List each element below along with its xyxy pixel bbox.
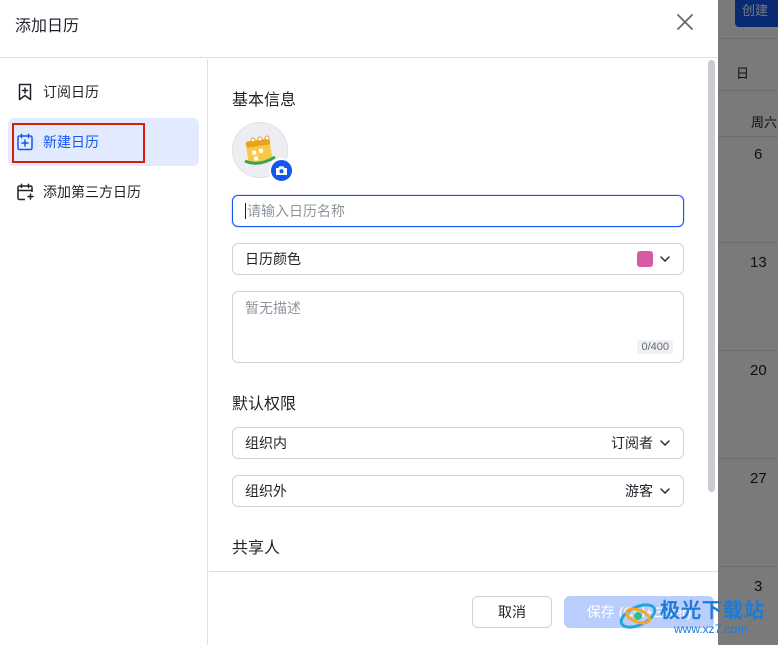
dialog-sidebar: 订阅日历 新建日历 添加第三方日历 [0, 59, 208, 645]
calendar-avatar-upload[interactable] [232, 122, 294, 183]
modal-overlay[interactable] [718, 0, 778, 645]
sidebar-item-label: 添加第三方日历 [43, 184, 141, 200]
basic-info-heading: 基本信息 [232, 92, 297, 109]
text-caret [245, 203, 246, 219]
description-textarea[interactable]: 暂无描述 0/400 [232, 291, 684, 363]
dialog-content: 基本信息 请输入日历名称 日历颜色 暂无描述 0/400 默认权限 组织内 订阅… [209, 59, 718, 571]
sidebar-item-third-party[interactable]: 添加第三方日历 [8, 168, 199, 216]
dialog-header: 添加日历 [0, 0, 718, 58]
chevron-down-icon [660, 488, 670, 494]
outside-org-value: 游客 [625, 483, 653, 499]
calendar-name-input[interactable]: 请输入日历名称 [232, 195, 684, 227]
default-permissions-heading: 默认权限 [232, 396, 297, 413]
calendar-color-label: 日历颜色 [245, 251, 301, 267]
sharers-heading: 共享人 [232, 540, 281, 557]
cancel-button[interactable]: 取消 [472, 596, 552, 628]
calendar-name-placeholder: 请输入日历名称 [247, 203, 345, 219]
outside-org-label: 组织外 [245, 483, 287, 499]
calendar-link-icon [17, 183, 34, 201]
description-placeholder: 暂无描述 [245, 300, 301, 316]
sidebar-item-subscribe[interactable]: 订阅日历 [8, 68, 199, 116]
color-swatch [637, 251, 653, 267]
inside-org-permission-select[interactable]: 组织内 订阅者 [232, 427, 684, 459]
char-counter: 0/400 [637, 340, 673, 354]
save-button[interactable]: 保存 (Ctrl+Enter) [564, 596, 714, 628]
content-scrollbar[interactable] [708, 60, 715, 492]
calendar-color-select[interactable]: 日历颜色 [232, 243, 684, 275]
outside-org-permission-select[interactable]: 组织外 游客 [232, 475, 684, 507]
sidebar-item-new-calendar[interactable]: 新建日历 [8, 118, 199, 166]
close-button[interactable] [672, 9, 698, 35]
camera-badge[interactable] [269, 158, 294, 183]
close-icon [677, 14, 693, 30]
camera-icon [276, 166, 287, 175]
bookmark-plus-icon [18, 83, 32, 101]
add-calendar-dialog: 添加日历 订阅日历 新建日历 添加第三方日历 基本信息 请输入日历名称 日历颜色… [0, 0, 718, 645]
dialog-title: 添加日历 [15, 18, 80, 35]
calendar-plus-icon [17, 133, 33, 151]
inside-org-label: 组织内 [245, 435, 287, 451]
sidebar-item-label: 订阅日历 [43, 84, 99, 100]
chevron-down-icon [660, 440, 670, 446]
sidebar-item-label: 新建日历 [43, 134, 99, 150]
chevron-down-icon [660, 256, 670, 262]
inside-org-value: 订阅者 [611, 435, 653, 451]
dialog-footer: 取消 保存 (Ctrl+Enter) [209, 571, 718, 645]
